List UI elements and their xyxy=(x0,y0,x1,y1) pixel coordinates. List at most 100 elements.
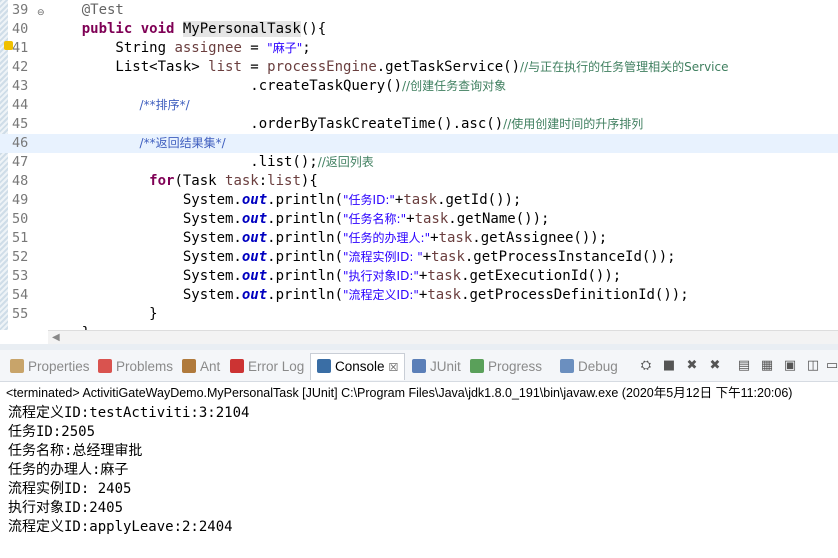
pin-console-icon[interactable]: ▣ xyxy=(782,358,798,374)
console-output[interactable]: 流程定义ID:testActiviti:3:2104 任务ID:2505 任务名称:… xyxy=(8,404,249,537)
code-line[interactable]: 39 ⊖ @Test xyxy=(0,1,838,20)
error-log-icon xyxy=(230,359,244,373)
remove-all-terminated-icon[interactable]: ✖ xyxy=(684,358,700,374)
console-output-line: 执行对象ID:2405 xyxy=(8,500,124,516)
tab-problems[interactable]: Problems xyxy=(98,357,173,377)
code-token: System. xyxy=(48,287,242,303)
tab-console[interactable]: Console ☒ xyxy=(310,353,406,380)
code-line[interactable]: 48 for(Task task:list){ xyxy=(0,172,838,191)
code-token: : xyxy=(258,173,268,189)
code-token: .orderByTaskCreateTime().asc() xyxy=(48,116,504,132)
tab-ant[interactable]: Ant xyxy=(182,357,220,377)
code-text: .orderByTaskCreateTime().asc()//使用创建时间的升… xyxy=(48,115,643,134)
debug-icon xyxy=(560,359,574,373)
line-number: 47 xyxy=(12,154,29,170)
code-line[interactable]: 49 System.out.println("任务ID:"+task.getId… xyxy=(0,191,838,210)
line-number: 43 xyxy=(12,78,29,94)
editor-horizontal-scrollbar[interactable]: ◀ xyxy=(48,330,838,345)
code-token: //返回列表 xyxy=(317,155,374,169)
line-number: 39 xyxy=(12,2,29,18)
code-line[interactable]: 45 .orderByTaskCreateTime().asc()//使用创建时… xyxy=(0,115,838,134)
code-line[interactable]: 54 System.out.println("流程定义ID:"+task.get… xyxy=(0,286,838,305)
code-token: .println( xyxy=(267,192,344,208)
code-text: public void MyPersonalTask(){ xyxy=(48,20,326,39)
code-text: List<Task> list = processEngine.getTaskS… xyxy=(48,58,728,77)
code-token: "流程实例ID: " xyxy=(343,250,423,264)
code-token: task xyxy=(431,249,465,265)
remove-launch-icon[interactable]: ⛭ xyxy=(638,358,654,374)
code-token: task xyxy=(414,211,449,227)
code-token: public void xyxy=(48,21,183,37)
tab-label: Console xyxy=(335,359,385,374)
console-output-line: 流程实例ID: 2405 xyxy=(8,481,132,497)
code-token: task xyxy=(427,268,462,284)
line-number: 50 xyxy=(12,211,29,227)
code-text: /**排序*/ xyxy=(48,96,190,115)
code-line[interactable]: 53 System.out.println("执行对象ID:"+task.get… xyxy=(0,267,838,286)
tab-error-log[interactable]: Error Log xyxy=(230,357,304,377)
code-lines[interactable]: 39 ⊖ @Test 40 public void MyPersonalTask()… xyxy=(0,1,838,330)
console-output-line: 流程定义ID:applyLeave:2:2404 xyxy=(8,519,233,535)
code-token: "流程定义ID:" xyxy=(343,288,419,302)
open-console-icon[interactable]: ◫ xyxy=(805,358,821,374)
code-token: } xyxy=(48,306,158,322)
code-token: ; xyxy=(302,40,311,56)
tab-progress[interactable]: Progress xyxy=(470,357,542,377)
line-number: 45 xyxy=(12,116,29,132)
close-icon[interactable]: ☒ xyxy=(389,362,399,374)
code-line[interactable]: 46 /**返回结果集*/ xyxy=(0,134,838,153)
code-token: System. xyxy=(48,230,242,246)
line-number: 53 xyxy=(12,268,29,284)
code-line[interactable]: 47 .list();//返回列表 xyxy=(0,153,838,172)
show-console-icon[interactable]: ▦ xyxy=(759,358,775,374)
code-token: .getProcessDefinitionId()); xyxy=(461,287,689,303)
code-line[interactable]: 51 System.out.println("任务的办理人:"+task.get… xyxy=(0,229,838,248)
tab-label: Properties xyxy=(28,359,90,374)
warning-icon[interactable] xyxy=(4,41,13,50)
code-token: .println( xyxy=(267,249,344,265)
console-view[interactable]: <terminated> ActivitiGateWayDemo.MyPerso… xyxy=(0,382,838,558)
code-line[interactable]: 50 System.out.println("任务名称:"+task.getNa… xyxy=(0,210,838,229)
code-token: out xyxy=(241,268,268,284)
code-text: /**返回结果集*/ xyxy=(48,134,226,153)
code-token: MyPersonalTask xyxy=(182,21,301,37)
code-token: out xyxy=(241,192,268,208)
tab-debug[interactable]: Debug xyxy=(560,357,618,377)
code-token: list xyxy=(208,59,242,75)
code-line[interactable]: 43 .createTaskQuery()//创建任务查询对象 xyxy=(0,77,838,96)
scroll-left-icon[interactable]: ◀ xyxy=(52,332,60,343)
problems-icon xyxy=(98,359,112,373)
code-line[interactable]: 52 System.out.println("流程实例ID: "+task.ge… xyxy=(0,248,838,267)
line-number: 54 xyxy=(12,287,29,303)
code-token: task xyxy=(438,230,473,246)
display-selected-console-icon[interactable]: ▭ xyxy=(824,358,838,374)
code-line[interactable]: 42 List<Task> list = processEngine.getTa… xyxy=(0,58,838,77)
code-token: .println( xyxy=(267,230,344,246)
code-line[interactable]: 44 /**排序*/ xyxy=(0,96,838,115)
code-line[interactable]: 40 public void MyPersonalTask(){ xyxy=(0,20,838,39)
code-token: //创建任务查询对象 xyxy=(402,79,507,93)
code-line[interactable]: 41 String assignee = "麻子"; xyxy=(0,39,838,58)
line-number: 46 xyxy=(12,135,29,151)
tab-junit[interactable]: JUnit xyxy=(412,357,461,377)
code-text: } xyxy=(48,305,158,324)
code-token: = xyxy=(241,40,268,56)
code-editor[interactable]: 39 ⊖ @Test 40 public void MyPersonalTask()… xyxy=(0,0,838,330)
code-token: .getAssignee()); xyxy=(472,230,608,246)
terminate-icon[interactable]: ■ xyxy=(661,358,677,374)
ant-icon xyxy=(182,359,196,373)
code-token: "执行对象ID:" xyxy=(343,269,419,283)
line-number: 44 xyxy=(12,97,29,113)
code-token: (){ xyxy=(300,21,327,37)
tab-properties[interactable]: Properties xyxy=(10,357,90,377)
code-text: System.out.println("流程实例ID: "+task.getPr… xyxy=(48,248,676,267)
code-line[interactable]: 55 } xyxy=(0,305,838,324)
scroll-lock-icon[interactable]: ▤ xyxy=(736,358,752,374)
code-text: .list();//返回列表 xyxy=(48,153,374,172)
code-token: .createTaskQuery() xyxy=(48,78,403,94)
code-token: System. xyxy=(48,249,242,265)
code-text: System.out.println("执行对象ID:"+task.getExe… xyxy=(48,267,621,286)
code-token: task xyxy=(225,173,259,189)
code-token: "任务ID:" xyxy=(343,193,395,207)
remove-launches-icon[interactable]: ✖ xyxy=(707,358,723,374)
